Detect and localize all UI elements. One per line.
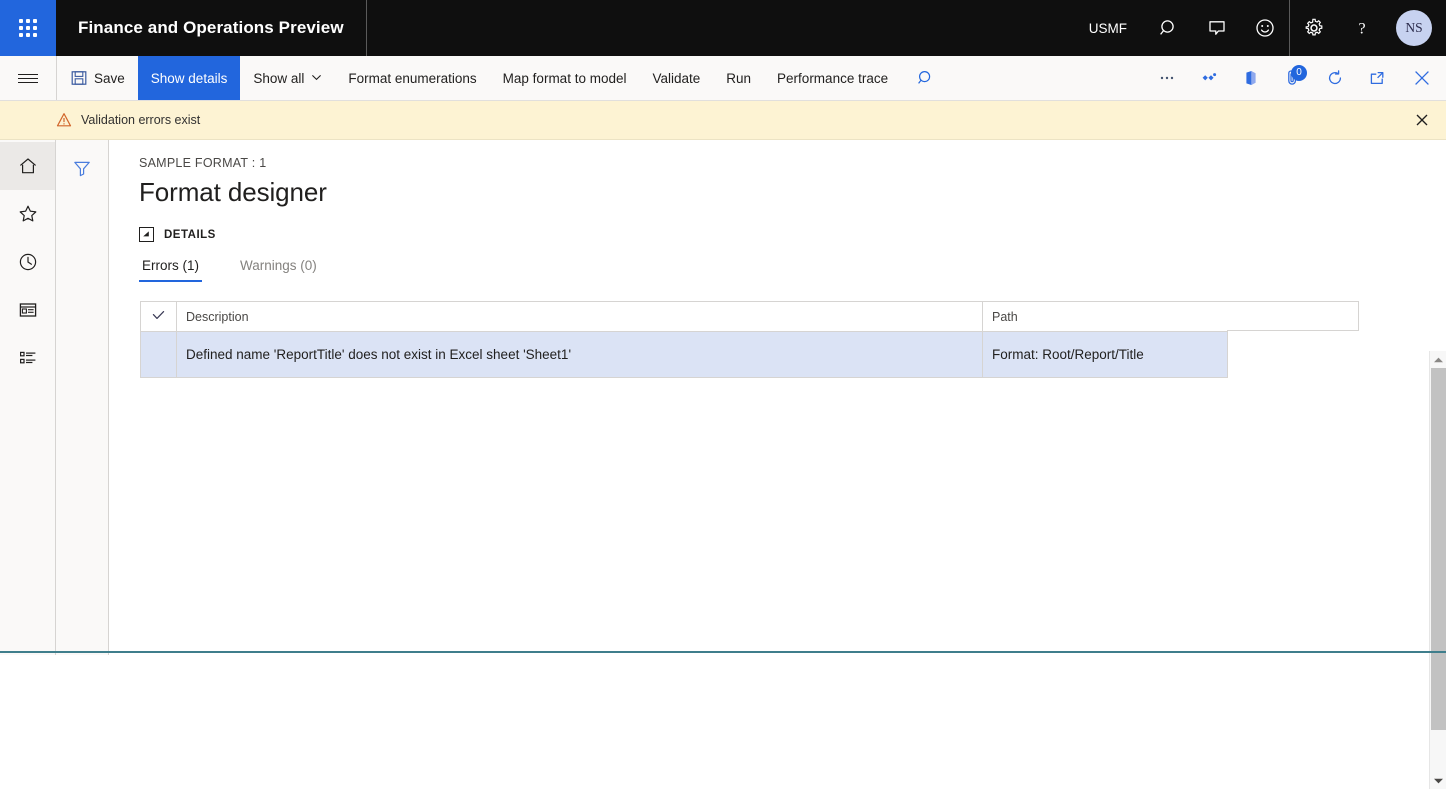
sidebar-item-modules[interactable] — [0, 334, 55, 382]
office-apps-icon[interactable] — [1230, 57, 1272, 100]
ellipsis-icon[interactable] — [1146, 57, 1188, 100]
format-enumerations-label: Format enumerations — [348, 71, 476, 86]
scroll-down-button[interactable] — [1430, 772, 1446, 789]
row-select-cell[interactable] — [141, 332, 177, 378]
save-label: Save — [94, 71, 125, 86]
run-button[interactable]: Run — [713, 56, 764, 100]
message-bar-text: Validation errors exist — [81, 113, 200, 127]
message-bar: Validation errors exist — [0, 101, 1446, 140]
errors-grid: Description Path Defined name 'ReportTit… — [140, 301, 1359, 378]
details-section-header: DETAILS — [109, 208, 1446, 242]
select-all-checkmark-icon[interactable] — [141, 302, 177, 332]
map-format-to-model-label: Map format to model — [503, 71, 627, 86]
show-all-dropdown[interactable]: Show all — [240, 56, 335, 100]
attachments-count-badge: 0 — [1291, 65, 1307, 81]
content-area: SAMPLE FORMAT : 1 Format designer DETAIL… — [109, 140, 1446, 655]
save-icon — [71, 70, 87, 86]
column-header-path[interactable]: Path — [983, 302, 1228, 332]
format-enumerations-button[interactable]: Format enumerations — [335, 56, 489, 100]
save-button[interactable]: Save — [57, 56, 138, 100]
help-icon[interactable]: ? — [1338, 0, 1386, 56]
sidebar-item-home[interactable] — [0, 142, 55, 190]
validate-button[interactable]: Validate — [639, 56, 713, 100]
grid-header-filler — [1227, 301, 1359, 331]
toolbar-search-icon[interactable] — [901, 56, 951, 99]
show-details-label: Show details — [151, 71, 228, 86]
breadcrumb: SAMPLE FORMAT : 1 — [109, 156, 1446, 170]
performance-trace-label: Performance trace — [777, 71, 888, 86]
column-header-description[interactable]: Description — [177, 302, 983, 332]
cell-description[interactable]: Defined name 'ReportTitle' does not exis… — [177, 332, 983, 378]
hamburger-icon[interactable] — [0, 56, 57, 100]
share-diamond-icon[interactable] — [1188, 57, 1230, 100]
search-icon[interactable] — [1145, 0, 1193, 56]
waffle-icon — [19, 19, 37, 37]
show-details-button[interactable]: Show details — [138, 56, 241, 100]
refresh-icon[interactable] — [1314, 57, 1356, 100]
vertical-scrollbar[interactable] — [1429, 351, 1446, 789]
scroll-up-button[interactable] — [1430, 351, 1446, 368]
action-pane: Save Show details Show all Format enumer… — [0, 56, 1446, 101]
tab-errors[interactable]: Errors (1) — [139, 258, 202, 282]
open-in-new-window-icon[interactable] — [1356, 57, 1398, 100]
company-selector[interactable]: USMF — [1071, 21, 1145, 36]
warning-triangle-icon — [56, 112, 72, 128]
header-actions: USMF ? NS — [1071, 0, 1446, 56]
filter-rail — [56, 140, 109, 655]
sidebar-item-recent[interactable] — [0, 238, 55, 286]
sidebar-item-workspaces[interactable] — [0, 286, 55, 334]
sidebar-item-favorites[interactable] — [0, 190, 55, 238]
scrollbar-thumb[interactable] — [1431, 368, 1446, 730]
smiley-icon[interactable] — [1241, 0, 1289, 56]
run-label: Run — [726, 71, 751, 86]
app-launcher-button[interactable] — [0, 0, 56, 56]
tab-warnings[interactable]: Warnings (0) — [237, 258, 320, 282]
global-header: Finance and Operations Preview USMF ? NS — [0, 0, 1446, 56]
validate-label: Validate — [652, 71, 700, 86]
map-format-to-model-button[interactable]: Map format to model — [490, 56, 640, 100]
app-title: Finance and Operations Preview — [56, 18, 344, 38]
page-title: Format designer — [109, 170, 1446, 208]
filter-funnel-icon[interactable] — [56, 150, 108, 186]
close-icon[interactable] — [1398, 57, 1446, 100]
header-divider — [366, 0, 367, 56]
table-row[interactable]: Defined name 'ReportTitle' does not exis… — [141, 332, 1228, 378]
message-icon[interactable] — [1193, 0, 1241, 56]
details-section-label: DETAILS — [164, 229, 216, 241]
scrollbar-track[interactable] — [1430, 368, 1446, 772]
details-tabs: Errors (1) Warnings (0) — [109, 242, 1446, 282]
message-bar-close-icon[interactable] — [1398, 101, 1446, 139]
svg-text:?: ? — [1358, 21, 1365, 38]
errors-table: Description Path Defined name 'ReportTit… — [140, 301, 1228, 378]
collapse-triangle-icon[interactable] — [139, 227, 154, 242]
performance-trace-button[interactable]: Performance trace — [764, 56, 901, 100]
table-header-row: Description Path — [141, 302, 1228, 332]
cell-path[interactable]: Format: Root/Report/Title — [983, 332, 1228, 378]
page-body: SAMPLE FORMAT : 1 Format designer DETAIL… — [0, 140, 1446, 655]
action-pane-right: 0 — [1146, 56, 1446, 100]
attachments-icon[interactable]: 0 — [1272, 57, 1314, 100]
chevron-down-icon — [311, 71, 322, 86]
avatar[interactable]: NS — [1396, 10, 1432, 46]
gear-icon[interactable] — [1290, 0, 1338, 56]
show-all-label: Show all — [253, 71, 304, 86]
navigation-rail — [0, 140, 56, 655]
